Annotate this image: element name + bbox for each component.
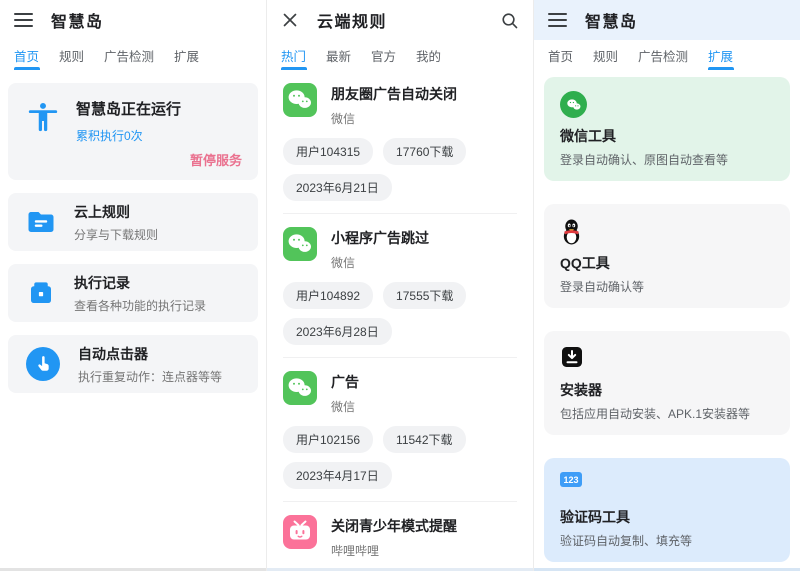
ext-card-subtitle: 登录自动确认、原图自动查看等 — [560, 153, 729, 167]
page-title: 云端规则 — [317, 14, 388, 31]
close-icon[interactable] — [281, 11, 299, 29]
ext-card-title: QQ工具 — [560, 255, 610, 271]
wechat-icon — [560, 91, 587, 118]
rule-app-name: 微信 — [331, 112, 356, 126]
qq-icon — [563, 219, 580, 245]
ext-card-subtitle: 验证码自动复制、填充等 — [560, 534, 693, 548]
menu-card-auto-clicker[interactable]: 自动点击器 执行重复动作：连点器等等 — [8, 335, 258, 393]
tab-extensions[interactable]: 扩展 — [698, 40, 743, 70]
ext-card-qq-tools[interactable]: QQ工具 登录自动确认等 — [544, 204, 790, 308]
menu-icon[interactable] — [548, 13, 567, 27]
date-chip: 2023年6月21日 — [283, 174, 392, 201]
accessibility-icon — [28, 102, 58, 132]
ext-card-title: 微信工具 — [560, 128, 616, 144]
rule-item[interactable]: 广告 微信 用户102156 11542下载 2023年4月17日 — [283, 358, 517, 502]
search-icon[interactable] — [500, 11, 519, 30]
date-chip: 2023年4月17日 — [283, 462, 392, 489]
ext-card-subtitle: 包括应用自动安装、APK.1安装器等 — [560, 407, 751, 421]
tab-extensions[interactable]: 扩展 — [164, 40, 209, 70]
tab-official[interactable]: 官方 — [361, 40, 406, 70]
pause-service-button[interactable]: 暂停服务 — [190, 150, 242, 169]
rule-app-name: 微信 — [331, 400, 356, 414]
ext-card-title: 验证码工具 — [560, 509, 630, 525]
cloud-tab-bar: 热门 最新 官方 我的 — [267, 40, 533, 70]
rule-item[interactable]: 朋友圈广告自动关闭 微信 用户104315 17760下载 2023年6月21日 — [283, 70, 517, 214]
extensions-body: 微信工具 登录自动确认、原图自动查看等 QQ工具 登录自动确认等 安装器 包括应… — [534, 70, 800, 562]
ext-card-subtitle: 登录自动确认等 — [560, 280, 645, 294]
wechat-icon — [283, 371, 317, 405]
rule-title: 小程序广告跳过 — [331, 230, 429, 246]
menu-title: 云上规则 — [74, 203, 130, 220]
user-chip: 用户102156 — [283, 426, 374, 453]
rule-title: 关闭青少年模式提醒 — [331, 518, 457, 534]
menu-title: 自动点击器 — [78, 345, 148, 362]
tab-hot[interactable]: 热门 — [271, 40, 316, 70]
rule-title: 广告 — [331, 374, 359, 390]
rule-list: 朋友圈广告自动关闭 微信 用户104315 17760下载 2023年6月21日 — [267, 70, 533, 571]
auto-clicker-icon — [26, 347, 60, 381]
ext-card-installer[interactable]: 安装器 包括应用自动安装、APK.1安装器等 — [544, 331, 790, 435]
menu-title: 执行记录 — [74, 274, 130, 291]
tab-rules[interactable]: 规则 — [583, 40, 628, 70]
downloads-chip: 17760下载 — [383, 138, 467, 165]
extensions-appbar: 智慧岛 — [534, 0, 800, 40]
folder-icon — [28, 212, 54, 232]
cloud-appbar: 云端规则 — [267, 0, 533, 40]
rule-app-name: 哔哩哔哩 — [331, 544, 380, 558]
service-status-card: 智慧岛正在运行 累积执行0次 暂停服务 — [8, 83, 258, 180]
downloads-chip: 11542下载 — [383, 426, 466, 453]
app-title: 智慧岛 — [51, 14, 104, 31]
downloads-chip: 17555下载 — [383, 282, 467, 309]
menu-icon[interactable] — [14, 13, 33, 27]
tab-home[interactable]: 首页 — [4, 40, 49, 70]
date-chip: 2023年6月28日 — [283, 318, 392, 345]
home-tab-bar: 首页 规则 广告检测 扩展 — [0, 40, 266, 70]
app-root: 智慧岛 首页 规则 广告检测 扩展 智慧岛正在运行 累积执行0次 暂停服务 云上… — [0, 0, 800, 571]
ext-card-title: 安装器 — [560, 382, 602, 398]
tab-ad-detect[interactable]: 广告检测 — [94, 40, 164, 70]
tab-mine[interactable]: 我的 — [406, 40, 451, 70]
panel-home: 智慧岛 首页 规则 广告检测 扩展 智慧岛正在运行 累积执行0次 暂停服务 云上… — [0, 0, 266, 571]
menu-card-cloud-rules[interactable]: 云上规则 分享与下载规则 — [8, 193, 258, 251]
bilibili-icon — [283, 515, 317, 549]
rule-title: 朋友圈广告自动关闭 — [331, 86, 457, 102]
panel-cloud-rules: 云端规则 热门 最新 官方 我的 朋友圈广告自动关闭 微信 用户104315 1… — [266, 0, 533, 571]
ext-card-captcha-tools[interactable]: 123 验证码工具 验证码自动复制、填充等 — [544, 458, 790, 562]
menu-subtitle: 分享与下载规则 — [74, 227, 159, 242]
rule-item[interactable]: 小程序广告跳过 微信 用户104892 17555下载 2023年6月28日 — [283, 214, 517, 358]
wechat-icon — [283, 227, 317, 261]
wechat-icon — [283, 83, 317, 117]
captcha-icon: 123 — [560, 472, 582, 487]
extensions-tab-bar: 首页 规则 广告检测 扩展 — [534, 40, 800, 70]
status-texts: 智慧岛正在运行 累积执行0次 — [76, 98, 181, 180]
tab-home[interactable]: 首页 — [538, 40, 583, 70]
installer-icon — [562, 347, 582, 367]
tab-rules[interactable]: 规则 — [49, 40, 94, 70]
menu-subtitle: 查看各种功能的执行记录 — [74, 298, 207, 313]
menu-card-execution-log[interactable]: 执行记录 查看各种功能的执行记录 — [8, 264, 258, 322]
app-title: 智慧岛 — [585, 14, 638, 31]
panel-extensions: 智慧岛 首页 规则 广告检测 扩展 微信工具 登录自动确认、原图自动查看等 QQ… — [533, 0, 800, 571]
tab-newest[interactable]: 最新 — [316, 40, 361, 70]
execution-count-link[interactable]: 累积执行0次 — [76, 127, 181, 144]
user-chip: 用户104892 — [283, 282, 374, 309]
status-title: 智慧岛正在运行 — [76, 101, 182, 118]
rule-app-name: 微信 — [331, 256, 356, 270]
home-body: 智慧岛正在运行 累积执行0次 暂停服务 云上规则 分享与下载规则 执行记录 查看… — [0, 70, 266, 393]
tab-ad-detect[interactable]: 广告检测 — [628, 40, 698, 70]
record-box-icon — [31, 282, 51, 303]
ext-card-wechat-tools[interactable]: 微信工具 登录自动确认、原图自动查看等 — [544, 77, 790, 181]
user-chip: 用户104315 — [283, 138, 374, 165]
home-appbar: 智慧岛 — [0, 0, 266, 40]
rule-item[interactable]: 关闭青少年模式提醒 哔哩哔哩 用户100001 10742下载 2023年3月1… — [283, 502, 517, 571]
menu-subtitle: 执行重复动作：连点器等等 — [78, 369, 223, 384]
